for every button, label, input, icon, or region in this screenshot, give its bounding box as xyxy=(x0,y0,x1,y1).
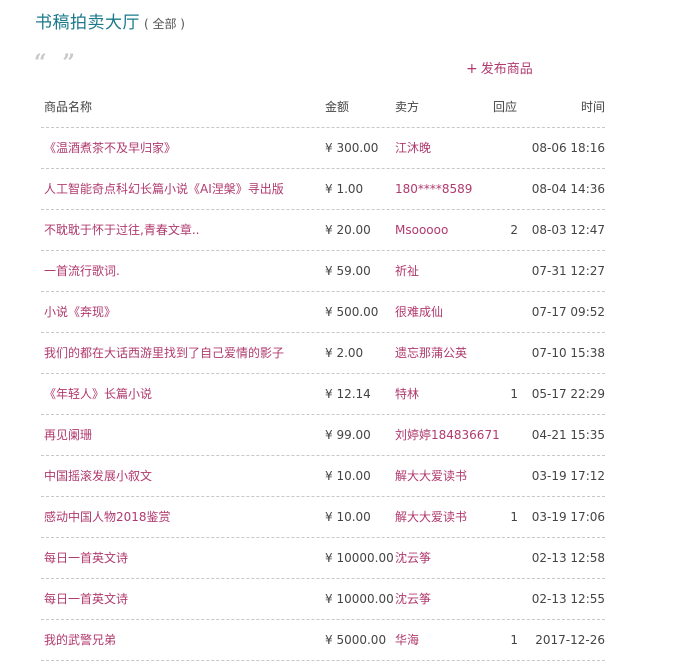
item-amount: ¥ 12.14 xyxy=(325,387,371,401)
column-header-reply: 回应 xyxy=(493,100,518,114)
item-name-link[interactable]: 再见阑珊 xyxy=(44,415,92,455)
item-amount: ¥ 1.00 xyxy=(325,182,364,196)
table-row: 《年轻人》长篇小说 ¥ 12.14 特林 1 05-17 22:29 xyxy=(41,374,605,415)
seller-link[interactable]: Msooooo xyxy=(395,210,448,250)
table-header-row: 商品名称 金额 卖方 回应 时间 xyxy=(41,88,605,128)
publish-item-label: 发布商品 xyxy=(480,62,533,77)
item-time: 03-19 17:12 xyxy=(531,469,605,483)
item-name-link[interactable]: 中国摇滚发展小叙文 xyxy=(44,456,152,496)
page-header: 书稿拍卖大厅 ( 全部 ) xyxy=(35,8,185,33)
table-row: 中国摇滚发展小叙文 ¥ 10.00 解大大爱读书 03-19 17:12 xyxy=(41,456,605,497)
item-amount: ¥ 10000.00 xyxy=(325,592,394,606)
item-time: 07-10 15:38 xyxy=(531,346,605,360)
seller-link[interactable]: 沈云筝 xyxy=(395,579,431,619)
item-amount: ¥ 10.00 xyxy=(325,469,371,483)
seller-link[interactable]: 遗忘那蒲公英 xyxy=(395,333,467,373)
item-time: 08-06 18:16 xyxy=(531,141,605,155)
item-name-link[interactable]: 我的武警兄弟 xyxy=(44,620,116,660)
table-row: 人工智能奇点科幻长篇小说《AI涅槃》寻出版 ¥ 1.00 180****8589 08… xyxy=(41,169,605,210)
table-row: 感动中国人物2018鉴赏 ¥ 10.00 解大大爱读书 1 03-19 17:06 xyxy=(41,497,605,538)
column-header-name: 商品名称 xyxy=(44,100,93,114)
reply-count: 2 xyxy=(510,223,518,237)
item-time: 02-13 12:58 xyxy=(531,551,605,565)
item-amount: ¥ 59.00 xyxy=(325,264,371,278)
seller-link[interactable]: 特林 xyxy=(395,374,419,414)
item-time: 07-31 12:27 xyxy=(531,264,605,278)
table-row: 我的武警兄弟 ¥ 5000.00 华海 1 2017-12-26 xyxy=(41,620,605,661)
seller-link[interactable]: 180****8589 xyxy=(395,169,472,209)
seller-link[interactable]: 很难成仙 xyxy=(395,292,443,332)
item-name-link[interactable]: 每日一首英文诗 xyxy=(44,579,128,619)
item-time: 2017-12-26 xyxy=(535,633,605,647)
item-amount: ¥ 500.00 xyxy=(325,305,379,319)
seller-link[interactable]: 解大大爱读书 xyxy=(395,456,467,496)
item-amount: ¥ 5000.00 xyxy=(325,633,387,647)
column-header-amount: 金额 xyxy=(325,100,350,114)
item-time: 07-17 09:52 xyxy=(531,305,605,319)
table-body: 《温酒煮茶不及早归家》 ¥ 300.00 江沐晚 08-06 18:16 人工智能奇点科… xyxy=(41,128,605,661)
seller-link[interactable]: 解大大爱读书 xyxy=(395,497,467,537)
table-row: 每日一首英文诗 ¥ 10000.00 沈云筝 02-13 12:58 xyxy=(41,538,605,579)
table-row: 《温酒煮茶不及早归家》 ¥ 300.00 江沐晚 08-06 18:16 xyxy=(41,128,605,169)
item-time: 08-04 14:36 xyxy=(531,182,605,196)
reply-count: 1 xyxy=(510,387,518,401)
table-row: 一首流行歌词. ¥ 59.00 祈祉 07-31 12:27 xyxy=(41,251,605,292)
seller-link[interactable]: 华海 xyxy=(395,620,419,660)
seller-link[interactable]: 祈祉 xyxy=(395,251,419,291)
item-amount: ¥ 10000.00 xyxy=(325,551,394,565)
item-name-link[interactable]: 我们的都在大话西游里找到了自己爱情的影子 xyxy=(44,333,284,373)
item-time: 05-17 22:29 xyxy=(531,387,605,401)
filter-all-link[interactable]: ( 全部 ) xyxy=(144,15,185,32)
item-name-link[interactable]: 不耽耽于怀于过往,青春文章.. xyxy=(44,210,199,250)
quote-icon: “ ” xyxy=(34,50,79,76)
item-amount: ¥ 20.00 xyxy=(325,223,371,237)
reply-count: 1 xyxy=(510,510,518,524)
publish-item-button[interactable]: + 发布商品 xyxy=(466,58,533,77)
seller-link[interactable]: 刘婷婷184836671 xyxy=(395,415,500,455)
item-name-link[interactable]: 《温酒煮茶不及早归家》 xyxy=(44,128,176,168)
item-name-link[interactable]: 每日一首英文诗 xyxy=(44,538,128,578)
seller-link[interactable]: 江沐晚 xyxy=(395,128,431,168)
reply-count: 1 xyxy=(510,633,518,647)
item-time: 02-13 12:55 xyxy=(531,592,605,606)
item-name-link[interactable]: 人工智能奇点科幻长篇小说《AI涅槃》寻出版 xyxy=(44,169,284,209)
item-name-link[interactable]: 《年轻人》长篇小说 xyxy=(44,374,152,414)
table-row: 再见阑珊 ¥ 99.00 刘婷婷184836671 04-21 15:35 xyxy=(41,415,605,456)
item-amount: ¥ 99.00 xyxy=(325,428,371,442)
item-name-link[interactable]: 一首流行歌词. xyxy=(44,251,120,291)
item-time: 04-21 15:35 xyxy=(531,428,605,442)
item-amount: ¥ 300.00 xyxy=(325,141,379,155)
auction-table: 商品名称 金额 卖方 回应 时间 《温酒煮茶不及早归家》 ¥ 300.00 江沐晚 0… xyxy=(41,88,605,661)
item-time: 08-03 12:47 xyxy=(531,223,605,237)
item-time: 03-19 17:06 xyxy=(531,510,605,524)
plus-icon: + xyxy=(466,61,478,77)
table-row: 不耽耽于怀于过往,青春文章.. ¥ 20.00 Msooooo 2 08-03 12:4… xyxy=(41,210,605,251)
item-amount: ¥ 2.00 xyxy=(325,346,364,360)
seller-link[interactable]: 沈云筝 xyxy=(395,538,431,578)
column-header-seller: 卖方 xyxy=(395,100,420,114)
item-name-link[interactable]: 感动中国人物2018鉴赏 xyxy=(44,497,171,537)
table-row: 小说《奔现》 ¥ 500.00 很难成仙 07-17 09:52 xyxy=(41,292,605,333)
table-row: 每日一首英文诗 ¥ 10000.00 沈云筝 02-13 12:55 xyxy=(41,579,605,620)
table-row: 我们的都在大话西游里找到了自己爱情的影子 ¥ 2.00 遗忘那蒲公英 07-10 15… xyxy=(41,333,605,374)
column-header-time: 时间 xyxy=(580,100,605,114)
item-amount: ¥ 10.00 xyxy=(325,510,371,524)
item-name-link[interactable]: 小说《奔现》 xyxy=(44,292,116,332)
page-title: 书稿拍卖大厅 xyxy=(35,13,140,33)
